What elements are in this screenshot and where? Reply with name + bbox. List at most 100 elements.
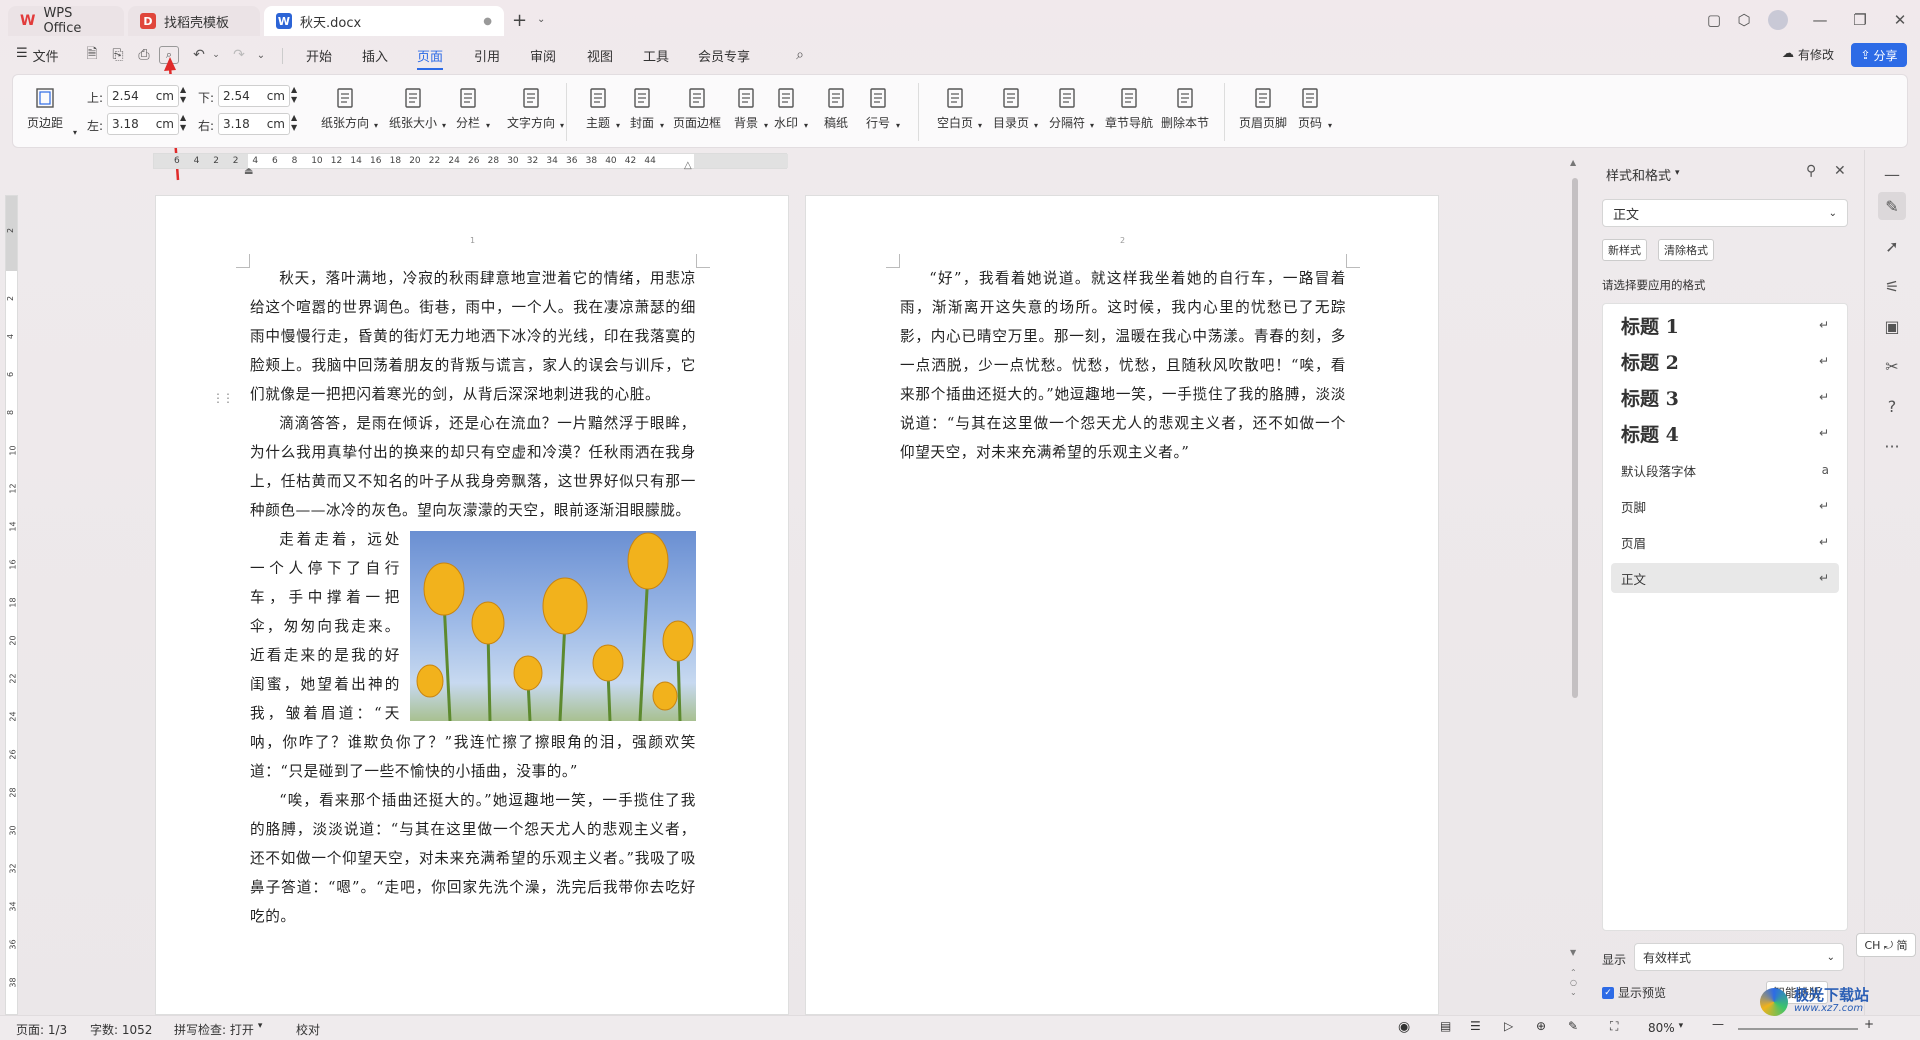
restore-icon[interactable]: ❐ [1846,8,1874,32]
indent-marker-icon[interactable]: ⏏ [244,166,253,177]
ribbon-button[interactable]: 页眉页脚 [1239,85,1287,131]
document-page-1[interactable]: 1 ⋮⋮ 秋天，落叶满地，冷寂的秋雨肆意地宣泄着它的情绪，用悲凉给这个喧嚣的世界… [155,195,789,1015]
ribbon-button[interactable]: 水印 ▾ [773,85,808,131]
margin-top-input[interactable]: 2.54 cm [107,85,179,107]
share-button[interactable]: ⇪ 分享 [1851,43,1907,67]
style-item[interactable]: 标题 3 ↵ [1611,382,1839,412]
ribbon-button[interactable]: 纸张方向 ▾ [321,85,378,131]
tab-list-chevron-icon[interactable]: ⌄ [537,14,545,25]
play-icon[interactable]: ▷ [1504,1019,1513,1033]
style-item[interactable]: 页眉 ↵ [1611,527,1839,557]
spin-icon[interactable]: ▲ ▼ [180,85,186,105]
select-cursor-icon[interactable]: ➚ [1878,232,1906,260]
menu-tab[interactable]: 页面 [417,46,444,70]
ribbon-button[interactable]: 页面边框 [673,85,721,131]
save-icon[interactable]: 🗎 [81,44,103,66]
menu-tab[interactable]: 视图 [587,46,613,65]
page-count[interactable]: 页面: 1/3 [16,1021,67,1038]
style-pen-icon[interactable]: ✎ [1878,192,1906,220]
modified-indicator[interactable]: ☁ 有修改 [1782,46,1834,63]
more-quick-icon[interactable]: ⌄ [250,44,272,66]
style-item[interactable]: 默认段落字体 a [1611,455,1839,485]
ribbon-button[interactable]: 目录页 ▾ [993,85,1038,131]
page-nav-icon[interactable]: ⌃ ○ ⌄ [1570,968,1577,998]
show-select[interactable]: 有效样式 ⌄ [1634,943,1844,971]
cube-icon[interactable]: ⬡ [1730,8,1758,32]
ribbon-button[interactable]: 分隔符 ▾ [1049,85,1094,131]
menu-tab[interactable]: 引用 [474,46,500,65]
pen-icon[interactable]: ✎ [1568,1019,1578,1033]
scroll-thumb[interactable] [1572,178,1578,698]
pin-icon[interactable]: ⚲ [1806,163,1816,179]
menu-tab[interactable]: 会员专享 [698,46,750,65]
tab-wps-office[interactable]: W WPS Office [8,6,124,36]
spin-icon[interactable]: ▲ ▼ [291,85,297,105]
window-layout-icon[interactable]: ▢ [1700,8,1728,32]
margin-bottom-input[interactable]: 2.54 cm [218,85,290,107]
scroll-down-icon[interactable]: ▼ [1570,948,1576,957]
tulip-image[interactable] [410,531,696,721]
close-panel-icon[interactable]: ✕ [1834,163,1846,179]
new-style-button[interactable]: 新样式 [1602,239,1647,261]
panel-title[interactable]: 样式和格式 ▾ [1606,165,1680,184]
menu-tab[interactable]: 审阅 [530,46,556,65]
eye-icon[interactable]: ◉ [1398,1019,1410,1035]
minimize-icon[interactable]: — [1806,8,1834,32]
zoom-slider[interactable] [1738,1028,1858,1030]
document-page-2[interactable]: 2 “好”，我看着她说道。就这样我坐着她的自行车，一路冒着雨，渐渐离开这失意的场… [805,195,1439,1015]
ribbon-button[interactable]: 稿纸 [823,85,849,131]
preview-checkbox[interactable]: ✓ 显示预览 [1602,984,1666,1001]
scroll-up-icon[interactable]: ▲ [1570,158,1576,167]
style-item[interactable]: 标题 1 ↵ [1611,310,1839,340]
zoom-out-icon[interactable]: — [1712,1017,1724,1031]
ribbon-button[interactable]: 封面 ▾ [629,85,664,131]
zoom-level[interactable]: 80% ▾ [1648,1021,1683,1035]
file-menu[interactable]: ☰ 文件 [16,46,59,65]
ribbon-button[interactable]: 行号 ▾ [865,85,900,131]
word-count[interactable]: 字数: 1052 [90,1021,152,1038]
picture-edit-icon[interactable]: ▣ [1878,312,1906,340]
ribbon-button[interactable]: 空白页 ▾ [937,85,982,131]
margin-left-input[interactable]: 3.18 cm [107,113,179,135]
ribbon-button[interactable]: 页码 ▾ [1297,85,1332,131]
spell-check[interactable]: 拼写检查: 打开 ▾ [174,1021,262,1038]
zoom-in-icon[interactable]: + [1864,1017,1874,1031]
ribbon-button[interactable]: 背景 ▾ [733,85,768,131]
ribbon-button[interactable]: 删除本节 [1161,85,1209,131]
adjust-sliders-icon[interactable]: ⚟ [1878,272,1906,300]
undo-dropdown-icon[interactable]: ⌄ [205,44,227,66]
user-avatar[interactable] [1764,8,1792,32]
collapse-rail-icon[interactable]: — [1878,160,1906,188]
margin-right-input[interactable]: 3.18 cm [218,113,290,135]
help-icon[interactable]: ? [1878,392,1906,420]
search-icon[interactable]: ⌕ [789,44,811,66]
menu-tab[interactable]: 工具 [643,46,669,65]
vertical-ruler[interactable]: 2 2 4 6 8 10 12 14 16 18 20 22 24 26 28 30 32 34 36 38 [5,195,18,1015]
drag-handle-icon[interactable]: ⋮⋮ [212,391,234,405]
more-icon[interactable]: ··· [1878,432,1906,460]
margins-button[interactable]: 页边距 [27,85,63,131]
style-item[interactable]: 正文 ↵ [1611,563,1839,593]
menu-tab[interactable]: 插入 [362,46,388,65]
fit-icon[interactable]: ⛶ [1610,1019,1618,1034]
ribbon-button[interactable]: 主题 ▾ [585,85,620,131]
new-tab-button[interactable]: + [512,10,527,31]
style-item[interactable]: 页脚 ↵ [1611,491,1839,521]
clear-format-button[interactable]: 清除格式 [1658,239,1714,261]
tab-docer[interactable]: D 找稻壳模板 [128,6,260,36]
open-icon[interactable]: ⎘ [107,44,129,66]
style-item[interactable]: 标题 4 ↵ [1611,418,1839,448]
page-view-icon[interactable]: ▤ [1440,1019,1451,1033]
style-item[interactable]: 标题 2 ↵ [1611,346,1839,376]
ribbon-button[interactable]: 文字方向 ▾ [507,85,564,131]
spin-icon[interactable]: ▲ ▼ [180,113,186,133]
print-icon[interactable]: ⎙ [133,44,155,66]
indent-marker-icon[interactable]: △ [684,160,692,171]
current-style-select[interactable]: 正文 ⌄ [1602,199,1848,227]
outline-view-icon[interactable]: ☰ [1470,1019,1481,1033]
redo-icon[interactable]: ↷ [228,44,250,66]
close-window-icon[interactable]: ✕ [1886,8,1914,32]
web-view-icon[interactable]: ⊕ [1536,1019,1546,1033]
ribbon-button[interactable]: 纸张大小 ▾ [389,85,446,131]
tab-document[interactable]: W 秋天.docx ● [264,6,504,36]
